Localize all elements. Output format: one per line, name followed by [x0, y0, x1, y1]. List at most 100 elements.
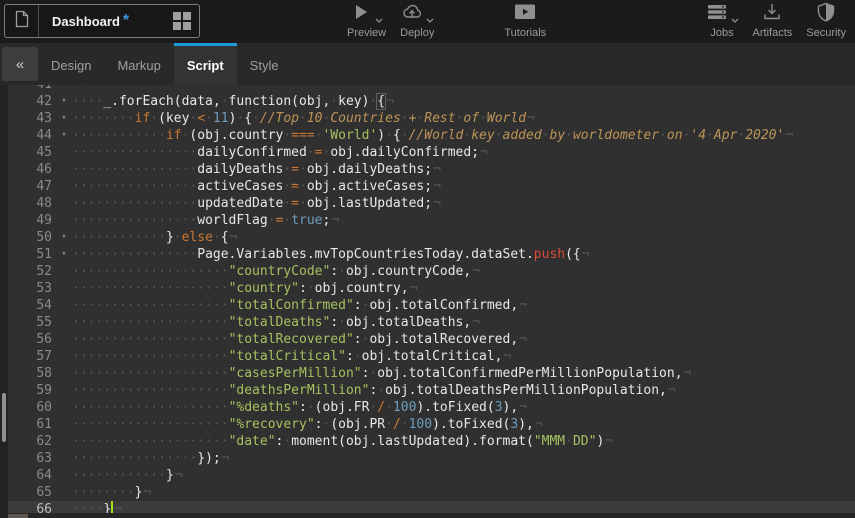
code-line-content: ····················"date":·moment(obj.l… — [72, 433, 855, 450]
code-area[interactable]: 41¬42▾····_.forEach(data,·function(obj,·… — [8, 85, 855, 518]
script-editor[interactable]: 41¬42▾····_.forEach(data,·function(obj,·… — [0, 85, 855, 518]
fold-spacer — [56, 416, 72, 433]
code-line-46[interactable]: 46················dailyDeaths·=·obj.dail… — [8, 161, 855, 178]
studio-window: Dashboard * Preview Deploy Tutorials Jobs A… — [0, 0, 855, 518]
code-line-65[interactable]: 65········}¬ — [8, 484, 855, 501]
horizontal-scrollbar-thumb[interactable] — [8, 514, 28, 518]
line-number: 51 — [8, 246, 56, 263]
left-scrollbar-thumb[interactable] — [2, 393, 6, 442]
code-line-60[interactable]: 60····················"%deaths":·(obj.FR… — [8, 399, 855, 416]
code-line-content: ····················"totalCritical":·obj… — [72, 348, 855, 365]
shield-icon — [815, 2, 837, 27]
code-line-41[interactable]: 41¬ — [8, 85, 855, 93]
mode-tabs: DesignMarkupScriptStyle — [38, 43, 292, 85]
line-number: 49 — [8, 212, 56, 229]
page-selector[interactable]: Dashboard * — [4, 4, 200, 38]
fold-toggle-icon[interactable]: ▾ — [56, 110, 72, 127]
line-number: 64 — [8, 467, 56, 484]
code-line-52[interactable]: 52 ····················"countryCode":·obj… — [8, 263, 855, 280]
fold-toggle-icon[interactable]: ▾ — [56, 127, 72, 144]
code-line-42[interactable]: 42▾····_.forEach(data,·function(obj,·key… — [8, 93, 855, 110]
unsaved-changes-marker: * — [123, 12, 129, 30]
code-line-43[interactable]: 43▾········if·(key·<·11)·{·//Top·10·Coun… — [8, 110, 855, 127]
code-line-50[interactable]: 50▾············}·else·{¬ — [8, 229, 855, 246]
eol-marker: ¬ — [480, 145, 488, 160]
eol-marker: ¬ — [785, 128, 793, 143]
horizontal-scrollbar[interactable] — [8, 513, 855, 518]
fold-spacer — [56, 195, 72, 212]
tab-style[interactable]: Style — [237, 43, 292, 85]
fold-toggle-icon[interactable]: ▾ — [56, 93, 72, 110]
code-line-64[interactable]: 64············}¬ — [8, 467, 855, 484]
eol-marker: ¬ — [668, 383, 676, 398]
file-icon-button[interactable] — [5, 5, 39, 37]
code-line-55[interactable]: 55····················"totalDeaths":·obj… — [8, 314, 855, 331]
fold-spacer — [56, 467, 72, 484]
toolbar-button-security[interactable]: Security — [799, 3, 853, 41]
chevron-down-icon[interactable] — [426, 10, 434, 28]
line-number: 52 — [8, 263, 56, 280]
toolbar-button-tutorials[interactable]: Tutorials — [497, 3, 553, 41]
toolbar-button-preview[interactable]: Preview — [340, 3, 393, 41]
code-line-53[interactable]: 53····················"country":·obj.cou… — [8, 280, 855, 297]
code-line-content: ················dailyDeaths·=·obj.dailyD… — [72, 161, 855, 178]
code-line-63[interactable]: 63 ················});¬ — [8, 450, 855, 467]
line-number: 61 — [8, 416, 56, 433]
pages-grid-icon[interactable] — [173, 12, 191, 30]
line-number: 43 — [8, 110, 56, 127]
code-line-54[interactable]: 54····················"totalConfirmed":·… — [8, 297, 855, 314]
eol-marker: ¬ — [433, 179, 441, 194]
toolbar-button-deploy[interactable]: Deploy — [393, 3, 441, 41]
eol-marker: ¬ — [222, 451, 230, 466]
tab-script[interactable]: Script — [174, 43, 237, 85]
fold-toggle-icon[interactable]: ▾ — [56, 246, 72, 263]
line-number: 58 — [8, 365, 56, 382]
line-number: 60 — [8, 399, 56, 416]
code-line-content: ················});¬ — [72, 450, 855, 467]
collapse-chevrons-icon: « — [16, 56, 24, 73]
code-line-48[interactable]: 48················updatedDate·=·obj.last… — [8, 195, 855, 212]
code-line-58[interactable]: 58····················"casesPerMillion":… — [8, 365, 855, 382]
toolbar-button-label: Artifacts — [753, 27, 793, 39]
code-line-57[interactable]: 57····················"totalCritical":·o… — [8, 348, 855, 365]
tab-design[interactable]: Design — [38, 43, 104, 85]
fold-spacer — [56, 144, 72, 161]
collapse-left-panel-button[interactable]: « — [2, 47, 38, 81]
toolbar-button-label: Preview — [347, 27, 386, 39]
chevron-down-icon[interactable] — [375, 10, 383, 28]
code-line-49[interactable]: 49················worldFlag·=·true;¬ — [8, 212, 855, 229]
code-line-61[interactable]: 61····················"%recovery":·(obj.… — [8, 416, 855, 433]
left-panel-scrollbar[interactable] — [0, 85, 8, 518]
fold-spacer — [56, 484, 72, 501]
line-number: 63 — [8, 450, 56, 467]
chevron-down-icon[interactable] — [731, 10, 739, 28]
toolbar-button-jobs[interactable]: Jobs — [699, 3, 746, 41]
eol-marker: ¬ — [433, 162, 441, 177]
toolbar-button-artifacts[interactable]: Artifacts — [746, 3, 800, 41]
eol-marker: ¬ — [472, 264, 480, 279]
fold-spacer — [56, 348, 72, 365]
tab-markup[interactable]: Markup — [104, 43, 173, 85]
code-line-59[interactable]: 59····················"deathsPerMillion"… — [8, 382, 855, 399]
eol-marker: ¬ — [519, 332, 527, 347]
video-icon — [514, 2, 536, 27]
eol-marker: ¬ — [386, 94, 394, 109]
eol-marker: ¬ — [472, 315, 480, 330]
code-line-56[interactable]: 56····················"totalRecovered":·… — [8, 331, 855, 348]
code-line-content: ················activeCases·=·obj.active… — [72, 178, 855, 195]
code-line-62[interactable]: 62····················"date":·moment(obj… — [8, 433, 855, 450]
code-line-content: ················updatedDate·=·obj.lastUp… — [72, 195, 855, 212]
eol-marker: ¬ — [433, 196, 441, 211]
code-line-47[interactable]: 47················activeCases·=·obj.acti… — [8, 178, 855, 195]
code-line-44[interactable]: 44▾············if·(obj.country·===·'Worl… — [8, 127, 855, 144]
fold-spacer — [56, 161, 72, 178]
fold-toggle-icon[interactable]: ▾ — [56, 229, 72, 246]
code-line-content: ····················"countryCode":·obj.c… — [72, 263, 855, 280]
eol-marker: ¬ — [605, 434, 613, 449]
code-line-51[interactable]: 51▾················Page.Variables.mvTopC… — [8, 246, 855, 263]
toolbar-right-actions: Jobs Artifacts Security — [699, 0, 853, 43]
fold-spacer — [56, 263, 72, 280]
eol-marker: ¬ — [582, 247, 590, 262]
code-line-45[interactable]: 45················dailyConfirmed·=·obj.d… — [8, 144, 855, 161]
code-line-content: ····················"totalConfirmed":·ob… — [72, 297, 855, 314]
